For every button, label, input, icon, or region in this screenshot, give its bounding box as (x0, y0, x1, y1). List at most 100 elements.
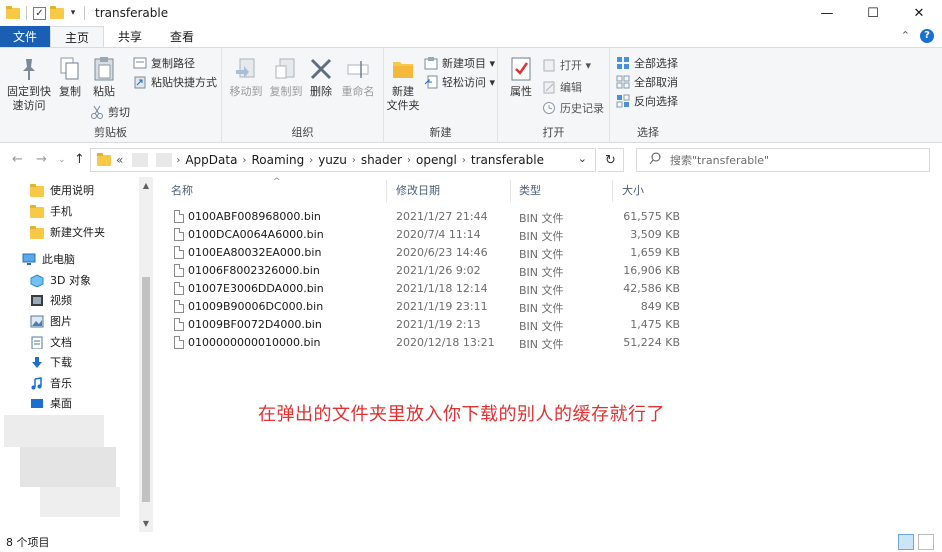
open-button[interactable]: 打开 ▾ (542, 56, 591, 74)
breadcrumb-separator-icon[interactable]: › (407, 155, 411, 166)
refresh-button[interactable]: ↻ (598, 148, 624, 172)
close-button[interactable]: ✕ (896, 0, 942, 26)
column-divider[interactable] (386, 180, 387, 202)
column-header-modified[interactable]: 修改日期 (396, 182, 440, 198)
file-size: 3,509 KB (630, 228, 680, 241)
forward-arrow-icon[interactable]: → (36, 152, 47, 167)
scroll-down-arrow-icon[interactable]: ▼ (139, 519, 153, 528)
address-dropdown-chevron-icon[interactable]: ⌄ (578, 152, 587, 165)
scrollbar-thumb[interactable] (142, 277, 150, 502)
column-divider[interactable] (510, 180, 511, 202)
table-row[interactable]: 01009B90006DC000.bin 2021/1/19 23:11 BIN… (168, 298, 688, 316)
properties-check-icon[interactable]: ✓ (33, 6, 46, 20)
invert-selection-button[interactable]: 反向选择 (616, 92, 678, 110)
paste-shortcut-button[interactable]: 粘贴快捷方式 (133, 73, 217, 91)
breadcrumb-separator-icon[interactable]: › (462, 155, 466, 166)
nav-item-downloads[interactable]: 下载 (30, 352, 72, 372)
breadcrumb-yuzu[interactable]: yuzu (318, 153, 347, 167)
nav-item-instructions[interactable]: 使用说明 (30, 180, 94, 200)
tab-home[interactable]: 主页 (50, 26, 105, 47)
breadcrumb-shader[interactable]: shader (361, 153, 402, 167)
table-row[interactable]: 0100ABF008968000.bin 2021/1/27 21:44 BIN… (168, 208, 688, 226)
up-arrow-icon[interactable]: ↑ (74, 152, 85, 167)
collapse-ribbon-chevron-icon[interactable]: ⌃ (901, 29, 910, 43)
breadcrumb-overflow[interactable]: « (116, 153, 123, 167)
table-row[interactable]: 01009BF0072D4000.bin 2021/1/19 2:13 BIN … (168, 316, 688, 334)
nav-item-videos[interactable]: 视频 (30, 290, 72, 310)
details-view-icon[interactable] (898, 534, 914, 550)
column-header-type[interactable]: 类型 (519, 182, 541, 198)
address-bar[interactable]: « › AppData › Roaming › yuzu › shader › … (90, 148, 596, 172)
new-item-label: 新建项目 ▾ (442, 57, 496, 70)
scroll-up-arrow-icon[interactable]: ▲ (139, 181, 153, 190)
select-none-button[interactable]: 全部取消 (616, 73, 678, 91)
nav-item-phone[interactable]: 手机 (30, 201, 72, 221)
view-toggle-group (898, 534, 934, 550)
file-type: BIN 文件 (519, 230, 564, 243)
breadcrumb-separator-icon[interactable]: › (352, 155, 356, 166)
nav-item-desktop[interactable]: 桌面 (30, 393, 72, 413)
recent-locations-chevron-icon[interactable]: ⌄ (58, 155, 66, 165)
table-row[interactable]: 01006F8002326000.bin 2021/1/26 9:02 BIN … (168, 262, 688, 280)
organize-group-label: 组织 (291, 126, 314, 139)
minimize-button[interactable]: — (804, 0, 850, 26)
delete-button[interactable]: 删除 (308, 56, 334, 99)
item-count: 8 个项目 (6, 536, 50, 549)
column-header-size[interactable]: 大小 (622, 182, 644, 198)
easy-access-button[interactable]: 轻松访问 ▾ (424, 73, 495, 91)
search-box[interactable]: 搜索"transferable" (636, 148, 930, 172)
new-folder-quick-icon[interactable] (50, 5, 64, 19)
copy-button[interactable]: 复制 (55, 56, 85, 99)
history-button[interactable]: 历史记录 (542, 99, 604, 117)
nav-item-3d-objects[interactable]: 3D 对象 (30, 270, 91, 290)
edit-button[interactable]: 编辑 (542, 78, 582, 96)
column-divider[interactable] (612, 180, 613, 202)
maximize-button[interactable]: ☐ (850, 0, 896, 26)
cut-button[interactable]: 剪切 (90, 103, 130, 121)
open-label: 打开 ▾ (560, 59, 592, 72)
nav-item-music[interactable]: 音乐 (30, 373, 72, 393)
back-arrow-icon[interactable]: ← (12, 152, 23, 167)
new-item-button[interactable]: 新建项目 ▾ (424, 54, 495, 72)
copy-path-button[interactable]: 复制路径 (133, 54, 195, 72)
table-row[interactable]: 01007E3006DDA000.bin 2021/1/18 12:14 BIN… (168, 280, 688, 298)
table-row[interactable]: 0100000000010000.bin 2020/12/18 13:21 BI… (168, 334, 688, 352)
customize-toolbar-chevron-icon[interactable]: ▾ (68, 8, 78, 18)
large-icons-view-icon[interactable] (918, 534, 934, 550)
move-to-button[interactable]: 移动到 (226, 56, 266, 99)
table-row[interactable]: 0100DCA0064A6000.bin 2020/7/4 11:14 BIN … (168, 226, 688, 244)
navigation-pane-scrollbar[interactable]: ▲ ▼ (139, 177, 153, 532)
tab-view[interactable]: 查看 (156, 26, 208, 47)
nav-item-pictures[interactable]: 图片 (30, 311, 72, 331)
3d-objects-icon (30, 273, 44, 288)
paste-button[interactable]: 粘贴 (89, 56, 119, 99)
file-size: 51,224 KB (623, 336, 680, 349)
nav-item-new-folder[interactable]: 新建文件夹 (30, 222, 105, 242)
help-icon[interactable]: ? (920, 29, 934, 43)
column-header-name[interactable]: 名称 (171, 182, 193, 198)
breadcrumb-separator-icon[interactable]: › (176, 155, 180, 166)
select-all-button[interactable]: 全部选择 (616, 54, 678, 72)
breadcrumb-appdata[interactable]: AppData (185, 153, 237, 167)
easy-access-label: 轻松访问 ▾ (442, 76, 496, 89)
tab-share[interactable]: 共享 (104, 26, 156, 47)
pin-to-quick-access-button[interactable]: 固定到快 速访问 (6, 56, 52, 113)
breadcrumb-separator-icon[interactable]: › (242, 155, 246, 166)
new-folder-button[interactable]: 新建 文件夹 (386, 56, 420, 113)
copy-to-button[interactable]: 复制到 (266, 56, 306, 99)
address-folder-icon (97, 152, 111, 166)
breadcrumb-roaming[interactable]: Roaming (251, 153, 304, 167)
paste-icon (92, 56, 116, 82)
properties-button[interactable]: 属性 (506, 56, 536, 99)
breadcrumb-opengl[interactable]: opengl (416, 153, 457, 167)
breadcrumb-transferable[interactable]: transferable (471, 153, 544, 167)
redacted-region (40, 487, 120, 517)
edit-icon (542, 80, 556, 94)
nav-item-documents[interactable]: 文档 (30, 332, 72, 352)
nav-item-this-pc[interactable]: 此电脑 (22, 249, 75, 269)
breadcrumb-separator-icon[interactable]: › (309, 155, 313, 166)
copy-icon (58, 56, 82, 82)
rename-button[interactable]: 重命名 (338, 56, 378, 99)
tab-file[interactable]: 文件 (0, 26, 50, 47)
table-row[interactable]: 0100EA80032EA000.bin 2020/6/23 14:46 BIN… (168, 244, 688, 262)
